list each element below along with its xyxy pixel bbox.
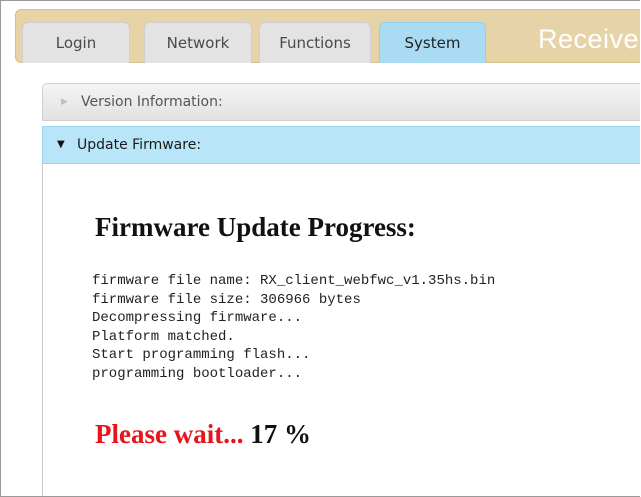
app-frame: Login Network Functions System Receiver …	[0, 0, 640, 497]
progress-title: Firmware Update Progress:	[95, 212, 416, 242]
progress-percent: 17 %	[250, 419, 311, 449]
please-wait-label: Please wait...	[95, 419, 244, 449]
progress-status: Please wait... 17 %	[95, 419, 311, 450]
accordion-update-label: Update Firmware:	[77, 137, 202, 153]
log-line: Decompressing firmware...	[92, 310, 303, 326]
tab-functions[interactable]: Functions	[259, 22, 371, 63]
triangle-down-icon: ▼	[57, 139, 65, 150]
log-line: firmware file size: 306966 bytes	[92, 291, 361, 308]
tab-system[interactable]: System	[379, 22, 486, 63]
tab-login[interactable]: Login	[22, 22, 130, 63]
app-title: Receiver	[538, 24, 640, 54]
tab-network[interactable]: Network	[144, 22, 252, 63]
accordion-version-label: Version Information:	[81, 94, 223, 110]
tab-bar: Login Network Functions System Receiver	[15, 9, 640, 63]
log-line: programming bootloader...	[92, 365, 303, 382]
log-line: firmware file name: RX_client_webfwc_v1.…	[92, 273, 496, 289]
update-firmware-panel: Firmware Update Progress: firmware file …	[42, 164, 640, 496]
accordion-version-information[interactable]: ▶ Version Information:	[42, 83, 640, 121]
triangle-right-icon: ▶	[61, 97, 68, 107]
update-log: firmware file name: RX_client_webfwc_v1.…	[92, 272, 495, 383]
log-line: Start programming flash...	[92, 347, 311, 363]
log-line: Platform matched.	[92, 328, 235, 345]
accordion-update-firmware[interactable]: ▼ Update Firmware:	[42, 126, 640, 164]
